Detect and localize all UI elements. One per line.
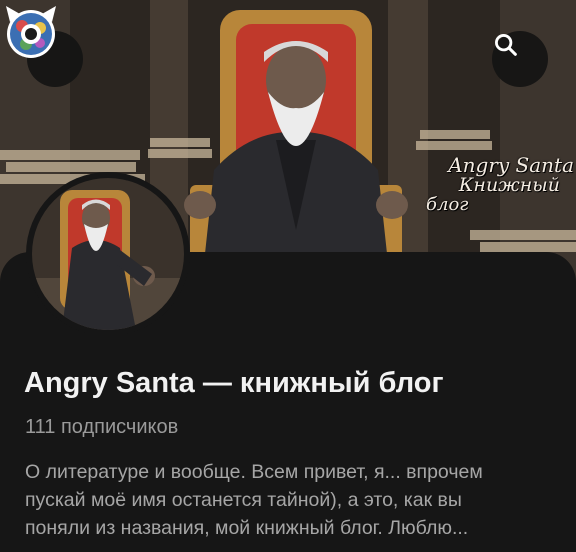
search-icon bbox=[495, 34, 517, 56]
avatar-illustration bbox=[32, 178, 184, 330]
cat-logo-icon bbox=[6, 6, 56, 58]
description-line: пускай моё имя останется тайной), а это,… bbox=[25, 489, 462, 511]
avatar[interactable] bbox=[26, 172, 190, 336]
cover-caption: Angry Santa Книжный блог bbox=[404, 155, 574, 215]
cover-caption-line: Angry Santa bbox=[448, 153, 574, 177]
cover-caption-line: блог bbox=[426, 193, 469, 215]
search-button[interactable] bbox=[492, 31, 548, 87]
subscriber-count: 111 подписчиков bbox=[25, 416, 179, 438]
cover-caption-line: Книжный bbox=[458, 174, 560, 196]
channel-title: Angry Santa — книжный блог bbox=[24, 367, 444, 399]
description-line: поняли из названия, мой книжный блог. Лю… bbox=[25, 517, 469, 539]
channel-description[interactable]: О литературе и вообще. Всем привет, я...… bbox=[25, 458, 560, 542]
description-line: О литературе и вообще. Всем привет, я...… bbox=[25, 461, 483, 483]
avatar-image bbox=[32, 178, 184, 330]
